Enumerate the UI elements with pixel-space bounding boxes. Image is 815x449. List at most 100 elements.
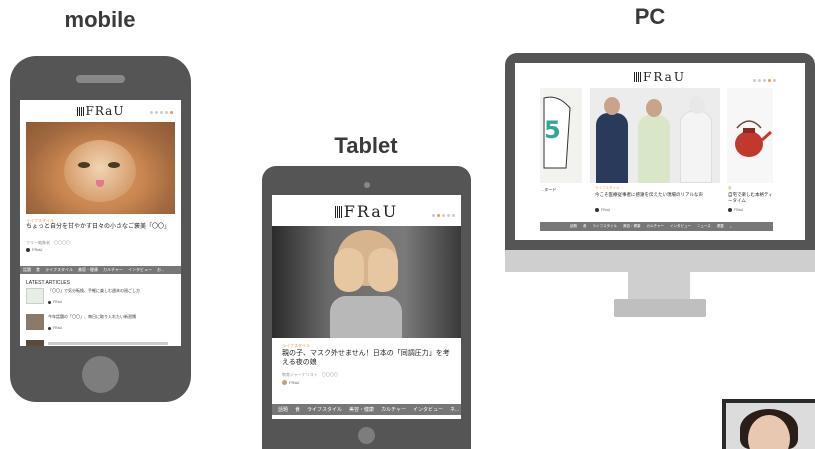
- cat-face: [64, 140, 136, 202]
- logo-bars-icon: [634, 72, 642, 82]
- dot-active[interactable]: [170, 111, 173, 114]
- dot[interactable]: [758, 79, 761, 82]
- author-name: FRaU: [32, 247, 43, 252]
- carousel-dots[interactable]: [432, 214, 455, 217]
- logo-bars-icon: [76, 106, 84, 116]
- pc-center-category[interactable]: ライフスタイル: [595, 186, 620, 191]
- webcam-background: [726, 403, 815, 449]
- logo-bars-icon: [334, 205, 342, 218]
- list-title-placeholder: [48, 342, 168, 345]
- list-item-partial[interactable]: [26, 340, 176, 346]
- tablet-author[interactable]: FRaU: [282, 380, 299, 385]
- tablet-article-title[interactable]: 親の子、マスク外せません！日本の「同調圧力」を考える夜の娘: [282, 350, 452, 368]
- webcam-thumbnail[interactable]: [722, 399, 815, 449]
- pc-right-category[interactable]: 食: [728, 186, 732, 191]
- dot[interactable]: [773, 79, 776, 82]
- dot[interactable]: [447, 214, 450, 217]
- author-avatar-icon: [282, 380, 287, 385]
- pc-center-title[interactable]: 今こそ医療従事者に感謝を伝えたい現場のリアルな声: [595, 192, 721, 198]
- nav-item[interactable]: 話題: [23, 267, 31, 273]
- pc-center-author[interactable]: FRaU: [595, 208, 610, 212]
- author-name: FRaU: [53, 326, 63, 330]
- phone-home-button[interactable]: [82, 356, 119, 393]
- dot[interactable]: [442, 214, 445, 217]
- dot[interactable]: [155, 111, 158, 114]
- author-avatar-icon: [48, 300, 51, 304]
- author-name: FRaU: [601, 208, 611, 212]
- dot[interactable]: [150, 111, 153, 114]
- tablet-screen: FRaU ライフスタイル 親の子、マスク外せません！日本の「同調圧力」を考える夜…: [272, 195, 461, 419]
- dot[interactable]: [165, 111, 168, 114]
- dot[interactable]: [452, 214, 455, 217]
- list-author: FRaU: [48, 300, 62, 304]
- nav-item[interactable]: ライフスタイル: [593, 224, 618, 229]
- mobile-author[interactable]: FRaU: [26, 247, 42, 252]
- nav-item[interactable]: 美容・健康: [623, 224, 641, 229]
- nav-item[interactable]: カルチャー: [103, 267, 123, 273]
- teapot-icon: [735, 120, 772, 157]
- nav-item[interactable]: カルチャー: [381, 406, 406, 413]
- nav-item[interactable]: お...: [157, 267, 164, 273]
- nav-item[interactable]: ライフスタイル: [307, 406, 342, 413]
- nav-item[interactable]: 連載: [717, 224, 724, 229]
- nav-item[interactable]: ニュース: [697, 224, 711, 229]
- tablet-navbar: 話題 食 ライフスタイル 美容・健康 カルチャー インタビュー ネ...: [272, 404, 461, 415]
- monitor-stand-base: [614, 299, 706, 317]
- section-heading: LATEST ARTICLES: [26, 280, 70, 286]
- dot[interactable]: [753, 79, 756, 82]
- cat-photo[interactable]: [26, 122, 175, 214]
- doctor-figure: [596, 97, 628, 183]
- carousel-dots[interactable]: [150, 111, 173, 114]
- author-name: FRaU: [53, 300, 63, 304]
- nav-item[interactable]: ライフスタイル: [45, 267, 73, 273]
- list-title: 「〇〇」で気分転換、手軽に楽しむ週末の過ごし方: [48, 288, 140, 293]
- nav-item[interactable]: 話題: [278, 406, 288, 413]
- nav-item[interactable]: インタビュー: [413, 406, 443, 413]
- number-card-icon: 5: [543, 96, 571, 169]
- dot[interactable]: [160, 111, 163, 114]
- carousel-slide-right[interactable]: [727, 88, 773, 183]
- dot-active[interactable]: [437, 214, 440, 217]
- tablet-device: FRaU ライフスタイル 親の子、マスク外せません！日本の「同調圧力」を考える夜…: [262, 166, 471, 449]
- list-item[interactable]: 「〇〇」で気分転換、手軽に楽しむ週末の過ごし方 FRaU: [26, 288, 176, 308]
- nav-item[interactable]: 食: [36, 267, 40, 273]
- nav-item[interactable]: 食: [295, 406, 300, 413]
- nav-item[interactable]: カルチャー: [647, 224, 664, 229]
- monitor-stand-neck: [628, 272, 690, 302]
- carousel-slide-center[interactable]: [590, 88, 720, 183]
- kid-photo[interactable]: [272, 226, 461, 338]
- nav-item[interactable]: ネ...: [450, 406, 459, 413]
- tablet-category[interactable]: ライフスタイル: [282, 343, 310, 349]
- pc-right-author[interactable]: FRaU: [728, 208, 743, 212]
- cat-eye: [78, 162, 90, 168]
- doctor-figure: [680, 96, 712, 183]
- author-avatar-icon: [728, 208, 732, 212]
- author-name: FRaU: [734, 208, 744, 212]
- pc-screen: FRaU 5 ...ヌード ライフスタイル 今こそ医療従事者に感謝を伝えたい現場…: [515, 63, 805, 240]
- dot[interactable]: [432, 214, 435, 217]
- author-avatar-icon: [26, 247, 30, 252]
- pc-right-title[interactable]: 自宅で楽しむ本格ティータイム: [728, 192, 773, 203]
- list-thumb: [26, 288, 44, 304]
- tablet-logo[interactable]: FRaU: [272, 202, 461, 221]
- nav-item[interactable]: インタビュー: [128, 267, 152, 273]
- mobile-navbar: 話題 食 ライフスタイル 美容・健康 カルチャー インタビュー お...: [20, 266, 181, 274]
- svg-text:5: 5: [544, 116, 561, 144]
- nav-item[interactable]: 美容・健康: [78, 267, 98, 273]
- nav-item[interactable]: 美容・健康: [349, 406, 374, 413]
- carousel-dots[interactable]: [753, 79, 776, 82]
- tablet-home-button[interactable]: [358, 427, 375, 444]
- dot-active[interactable]: [768, 79, 771, 82]
- kid-hand: [334, 248, 364, 292]
- dot[interactable]: [763, 79, 766, 82]
- mobile-article-sub: フリー編集者 〇〇〇〇: [26, 240, 70, 245]
- carousel-slide-left[interactable]: 5: [540, 88, 582, 183]
- pc-left-caption[interactable]: ...ヌード: [541, 187, 556, 193]
- nav-item[interactable]: 食: [583, 224, 587, 229]
- mobile-article-title[interactable]: ちょっと自分を甘やかす日々の小さなご褒美「〇〇」: [26, 224, 175, 232]
- list-item[interactable]: 今年話題の「〇〇」、毎日に取り入れたい新習慣 FRaU: [26, 314, 176, 334]
- tablet-article-sub: 教育ジャーナリスト 〇〇〇〇: [282, 372, 338, 377]
- nav-item[interactable]: 話題: [570, 224, 577, 229]
- nav-item[interactable]: インタビュー: [670, 224, 691, 229]
- search-icon[interactable]: ⌕: [730, 225, 732, 229]
